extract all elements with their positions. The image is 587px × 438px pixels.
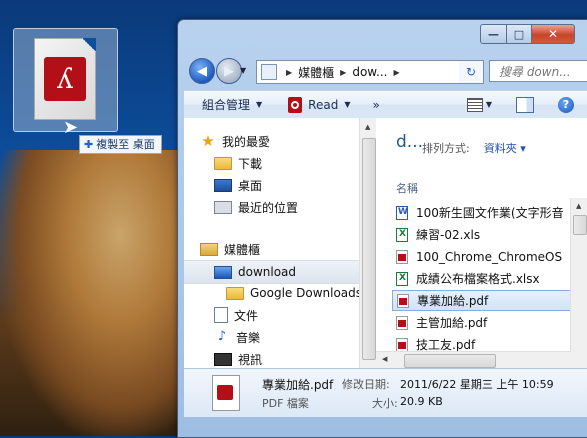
scroll-thumb[interactable] bbox=[362, 138, 376, 360]
nav-documents[interactable]: 文件 bbox=[214, 304, 359, 326]
list-item[interactable]: 100新生國文作業(文字形音 bbox=[396, 202, 568, 223]
arrange-by: 排列方式: 資料夾 ▾ bbox=[422, 142, 526, 155]
list-item[interactable]: 成績公布檔案格式.xlsx bbox=[396, 268, 568, 289]
breadcrumb-download[interactable]: dow... bbox=[352, 65, 387, 79]
forward-button[interactable]: ▶ bbox=[216, 58, 242, 84]
library-title: d... bbox=[396, 132, 424, 152]
list-item[interactable]: 100_Chrome_ChromeOS bbox=[396, 246, 568, 267]
pdf-file-icon bbox=[212, 375, 240, 411]
search-input[interactable]: 搜尋 down... bbox=[489, 60, 587, 82]
folder-icon bbox=[226, 286, 244, 300]
nav-google-downloads[interactable]: Google Downloads bbox=[226, 282, 359, 304]
command-bar: 組合管理 ▼ Read ▼ » ▼ ? bbox=[184, 90, 587, 119]
scroll-up-icon[interactable]: ▲ bbox=[576, 202, 581, 210]
preview-pane-icon bbox=[516, 96, 534, 113]
drag-tooltip: ✚ 複製至 桌面 bbox=[79, 135, 162, 154]
list-item-selected[interactable]: 專業加給.pdf bbox=[392, 290, 572, 311]
detail-file-type: PDF 檔案 bbox=[262, 397, 309, 410]
desktop-icon bbox=[214, 178, 232, 192]
organize-menu[interactable]: 組合管理 ▼ bbox=[202, 91, 262, 118]
chevron-right-icon[interactable]: ▶ bbox=[286, 68, 292, 77]
pdf-file-icon: ʎ bbox=[34, 38, 96, 120]
detail-size-value: 20.9 KB bbox=[400, 395, 443, 408]
nav-download[interactable]: download bbox=[184, 260, 359, 284]
read-button[interactable]: Read ▼ bbox=[288, 91, 350, 118]
column-header-name[interactable]: 名稱 bbox=[396, 180, 418, 196]
detail-size-label: 大小: bbox=[372, 397, 398, 410]
scroll-thumb[interactable] bbox=[573, 215, 587, 235]
vertical-scrollbar[interactable]: ▲ bbox=[570, 198, 587, 368]
mouse-cursor-icon: ➤ bbox=[63, 117, 79, 138]
pdf-file-icon bbox=[396, 249, 408, 264]
nav-favorites[interactable]: ★ 我的最愛 bbox=[200, 130, 359, 152]
folder-icon bbox=[214, 265, 232, 279]
acrobat-icon bbox=[288, 96, 303, 113]
minimize-button[interactable]: — bbox=[480, 24, 507, 44]
excel-file-icon bbox=[396, 227, 408, 242]
chevron-down-icon: ▼ bbox=[256, 100, 263, 109]
pdf-file-icon bbox=[397, 293, 409, 308]
documents-icon bbox=[214, 307, 228, 323]
nav-downloads[interactable]: 下載 bbox=[214, 152, 359, 174]
nav-music[interactable]: ♪ 音樂 bbox=[214, 326, 359, 348]
nav-recent-places[interactable]: 最近的位置 bbox=[214, 196, 359, 218]
nav-libraries[interactable]: 媒體櫃 bbox=[200, 238, 359, 260]
pdf-file-icon bbox=[396, 315, 408, 330]
detail-file-name: 專業加給.pdf bbox=[262, 378, 334, 392]
change-view-button[interactable]: ▼ bbox=[466, 91, 492, 118]
excel-file-icon bbox=[396, 271, 408, 286]
chevron-down-icon: ▼ bbox=[344, 100, 351, 109]
navigation-pane: ★ 我的最愛 下載 桌面 最近的位置 媒體櫃 download Google Do… bbox=[184, 118, 360, 368]
help-button[interactable]: ? bbox=[558, 91, 574, 118]
back-button[interactable]: ◀ bbox=[189, 58, 215, 84]
nav-desktop[interactable]: 桌面 bbox=[214, 174, 359, 196]
library-icon bbox=[261, 64, 277, 80]
refresh-button[interactable]: ↻ bbox=[459, 60, 484, 84]
maximize-button[interactable]: □ bbox=[507, 24, 532, 44]
arrange-by-dropdown[interactable]: 資料夾 ▾ bbox=[484, 142, 526, 155]
explorer-window: — □ ✕ ◀ ▶ ▼ ▶ 媒體櫃 ▶ dow... ▶ ↻ 搜尋 down..… bbox=[177, 19, 587, 438]
list-item[interactable]: 主管加給.pdf bbox=[396, 312, 568, 333]
music-icon: ♪ bbox=[217, 329, 227, 344]
word-document-icon bbox=[396, 205, 408, 220]
detail-modified-label: 修改日期: bbox=[342, 378, 390, 391]
recent-places-icon bbox=[214, 200, 232, 214]
help-icon: ? bbox=[558, 96, 574, 113]
nav-videos[interactable]: 視訊 bbox=[214, 348, 359, 368]
libraries-icon bbox=[200, 242, 218, 256]
caption-buttons: — □ ✕ bbox=[480, 24, 575, 44]
list-item[interactable]: 練習-02.xls bbox=[396, 224, 568, 245]
nav-scrollbar[interactable]: ▲ bbox=[359, 118, 377, 368]
preview-pane-button[interactable] bbox=[516, 91, 534, 118]
downloads-folder-icon bbox=[214, 156, 232, 170]
scroll-up-icon[interactable]: ▲ bbox=[365, 123, 370, 131]
chevron-down-icon: ▼ bbox=[485, 100, 492, 109]
chevron-right-icon[interactable]: ▶ bbox=[393, 68, 399, 77]
chevron-right-icon[interactable]: ▶ bbox=[340, 68, 346, 77]
video-icon bbox=[214, 352, 232, 366]
history-dropdown[interactable]: ▼ bbox=[240, 66, 246, 75]
file-list-pane: d... 排列方式:資料夾 ▾ 名稱 100新生國文作業(文字形音 練習-02.… bbox=[376, 118, 587, 368]
more-commands-button[interactable]: » bbox=[372, 91, 379, 118]
horizontal-scrollbar[interactable]: ◀ bbox=[376, 351, 571, 368]
view-icon bbox=[466, 97, 483, 112]
close-button[interactable]: ✕ bbox=[532, 24, 575, 44]
scroll-thumb[interactable] bbox=[404, 354, 496, 368]
address-bar[interactable]: ▶ 媒體櫃 ▶ dow... ▶ bbox=[256, 60, 483, 84]
star-icon: ★ bbox=[201, 132, 215, 150]
breadcrumb-libraries[interactable]: 媒體櫃 bbox=[298, 64, 334, 81]
plus-icon: ✚ bbox=[84, 138, 94, 151]
desktop-wallpaper bbox=[0, 150, 200, 436]
pdf-file-icon bbox=[396, 337, 408, 352]
detail-modified-value: 2011/6/22 星期三 上午 10:59 bbox=[400, 378, 554, 391]
details-pane: 專業加給.pdf PDF 檔案 修改日期: 2011/6/22 星期三 上午 1… bbox=[184, 368, 587, 417]
scroll-left-icon[interactable]: ◀ bbox=[382, 355, 387, 363]
